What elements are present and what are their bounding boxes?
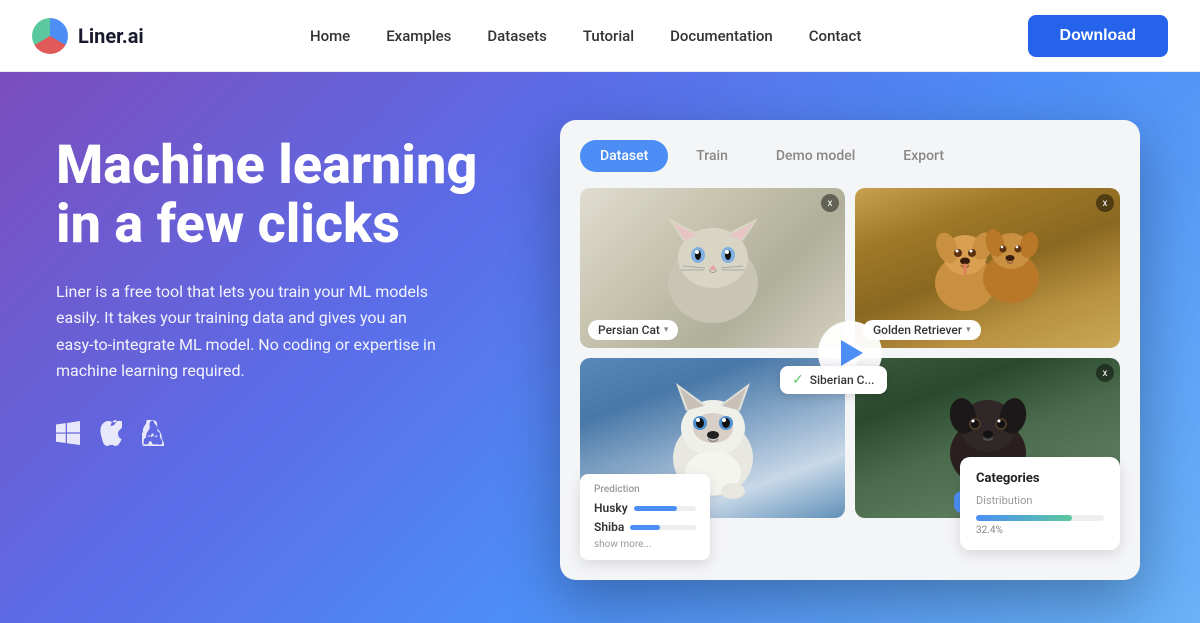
linux-icon bbox=[142, 420, 164, 452]
prediction-husky: Husky bbox=[594, 501, 696, 515]
play-triangle-icon bbox=[841, 340, 863, 366]
nav-home[interactable]: Home bbox=[310, 27, 350, 45]
siberian-label: Siberian C... bbox=[810, 373, 875, 387]
label-arrow-dog: ▾ bbox=[966, 325, 971, 335]
platform-icons bbox=[56, 420, 516, 452]
distribution-bar-bg bbox=[976, 515, 1104, 521]
pred-bar-bg-husky bbox=[634, 506, 696, 511]
hero-title: Machine learningin a few clicks bbox=[56, 136, 516, 255]
label-text-dog: Golden Retriever bbox=[873, 323, 962, 337]
nav-examples[interactable]: Examples bbox=[386, 27, 451, 45]
nav-documentation[interactable]: Documentation bbox=[670, 27, 773, 45]
download-button[interactable]: Download bbox=[1028, 15, 1168, 57]
pred-bar-husky bbox=[634, 506, 678, 511]
prediction-title: Prediction bbox=[594, 484, 696, 495]
nav-contact[interactable]: Contact bbox=[809, 27, 862, 45]
close-button-dog[interactable]: x bbox=[1096, 194, 1114, 212]
close-button-cat[interactable]: x bbox=[821, 194, 839, 212]
logo-icon bbox=[32, 18, 68, 54]
label-text-cat: Persian Cat bbox=[598, 323, 660, 337]
hero-section: Machine learningin a few clicks Liner is… bbox=[0, 72, 1200, 623]
tab-dataset[interactable]: Dataset bbox=[580, 140, 668, 172]
distribution-percent: 32.4% bbox=[976, 525, 1104, 536]
siberian-popup: ✓ Siberian C... bbox=[780, 366, 887, 394]
prediction-more[interactable]: show more... bbox=[594, 539, 696, 550]
prediction-shiba: Shiba bbox=[594, 520, 696, 534]
image-cell-dog: x Golden Retriever ▾ bbox=[855, 188, 1120, 348]
navbar: Liner.ai Home Examples Datasets Tutorial… bbox=[0, 0, 1200, 72]
prediction-card: Prediction Husky Shiba show more... bbox=[580, 474, 710, 560]
mockup-tabs: Dataset Train Demo model Export bbox=[580, 140, 1120, 172]
pred-label-shiba: Shiba bbox=[594, 520, 624, 534]
pred-bar-bg-shiba bbox=[630, 525, 696, 530]
checkmark-icon: ✓ bbox=[792, 372, 804, 388]
label-golden-retriever[interactable]: Golden Retriever ▾ bbox=[863, 320, 981, 340]
app-mockup: Dataset Train Demo model Export bbox=[560, 120, 1140, 580]
pred-label-husky: Husky bbox=[594, 501, 628, 515]
hero-right: Dataset Train Demo model Export bbox=[556, 120, 1144, 580]
tab-train[interactable]: Train bbox=[676, 140, 748, 172]
label-persian-cat[interactable]: Persian Cat ▾ bbox=[588, 320, 678, 340]
tab-demo-model[interactable]: Demo model bbox=[756, 140, 875, 172]
hero-left: Machine learningin a few clicks Liner is… bbox=[56, 120, 516, 452]
logo-text: Liner.ai bbox=[78, 24, 144, 48]
windows-icon bbox=[56, 421, 80, 451]
pred-bar-shiba bbox=[630, 525, 660, 530]
image-cell-cat: x Persian Cat ▾ bbox=[580, 188, 845, 348]
nav-links: Home Examples Datasets Tutorial Document… bbox=[310, 27, 861, 45]
label-arrow-cat: ▾ bbox=[664, 325, 669, 335]
apple-icon bbox=[100, 420, 122, 452]
distribution-bar bbox=[976, 515, 1072, 521]
nav-datasets[interactable]: Datasets bbox=[487, 27, 546, 45]
tab-export[interactable]: Export bbox=[883, 140, 964, 172]
close-button-black-dog[interactable]: x bbox=[1096, 364, 1114, 382]
nav-tutorial[interactable]: Tutorial bbox=[583, 27, 634, 45]
categories-card: Categories Distribution 32.4% bbox=[960, 457, 1120, 550]
categories-subtitle: Distribution bbox=[976, 494, 1104, 507]
logo[interactable]: Liner.ai bbox=[32, 18, 144, 54]
hero-subtitle: Liner is a free tool that lets you train… bbox=[56, 279, 446, 385]
categories-title: Categories bbox=[976, 471, 1104, 486]
